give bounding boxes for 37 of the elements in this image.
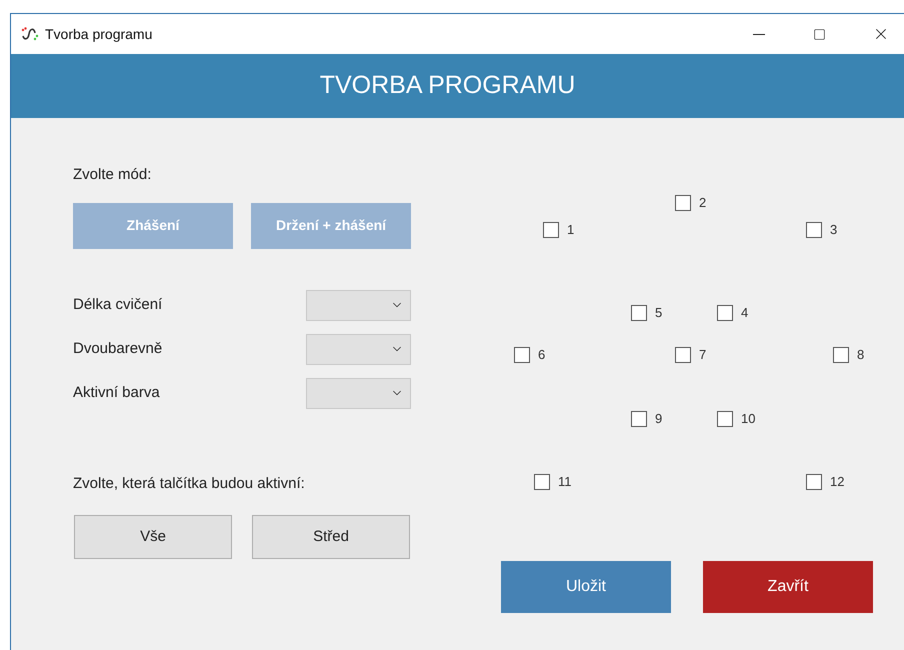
checkbox-label: 12	[830, 473, 844, 491]
window-title: Tvorba programu	[45, 24, 152, 44]
checkbox-label: 8	[857, 346, 864, 364]
checkbox-label: 2	[699, 194, 706, 212]
setting-label: Aktivní barva	[73, 382, 160, 403]
setting-label: Délka cvičení	[73, 294, 162, 315]
checkbox[interactable]	[543, 222, 559, 238]
checkbox[interactable]	[717, 410, 733, 427]
checkbox-label: 1	[567, 221, 574, 239]
checkbox-label: 9	[655, 410, 662, 428]
setting-label: Dvoubarevně	[73, 338, 162, 359]
checkbox[interactable]	[675, 346, 691, 363]
checkbox[interactable]	[675, 194, 691, 211]
checkbox[interactable]	[514, 346, 530, 363]
checkbox[interactable]	[534, 474, 550, 490]
checkbox-label: 7	[699, 346, 706, 364]
checkbox[interactable]	[806, 222, 822, 238]
checkbox[interactable]	[806, 474, 822, 490]
action-button[interactable]: Uložit	[501, 561, 671, 613]
action-button[interactable]: Zavřít	[703, 561, 873, 613]
buttons-label: Zvolte, která talčítka budou aktivní:	[73, 474, 306, 494]
header-bar: TVORBA PROGRAMU	[11, 54, 904, 118]
checkbox-label: 11	[558, 473, 572, 491]
checkbox[interactable]	[631, 304, 647, 321]
checkbox[interactable]	[833, 346, 849, 363]
maximize-icon	[812, 28, 826, 40]
select-button[interactable]: Vše	[74, 515, 232, 559]
checkbox[interactable]	[717, 304, 733, 321]
app-logo-icon	[21, 27, 39, 41]
checkbox-label: 10	[741, 410, 756, 428]
checkbox-label: 3	[830, 221, 838, 239]
checkbox-label: 5	[655, 304, 662, 322]
checkbox-label: 6	[538, 346, 546, 364]
mode-label: Zvolte mód:	[73, 165, 152, 185]
checkbox-label: 4	[741, 304, 748, 322]
checkbox[interactable]	[631, 410, 647, 427]
select-button[interactable]: Střed	[252, 515, 410, 559]
